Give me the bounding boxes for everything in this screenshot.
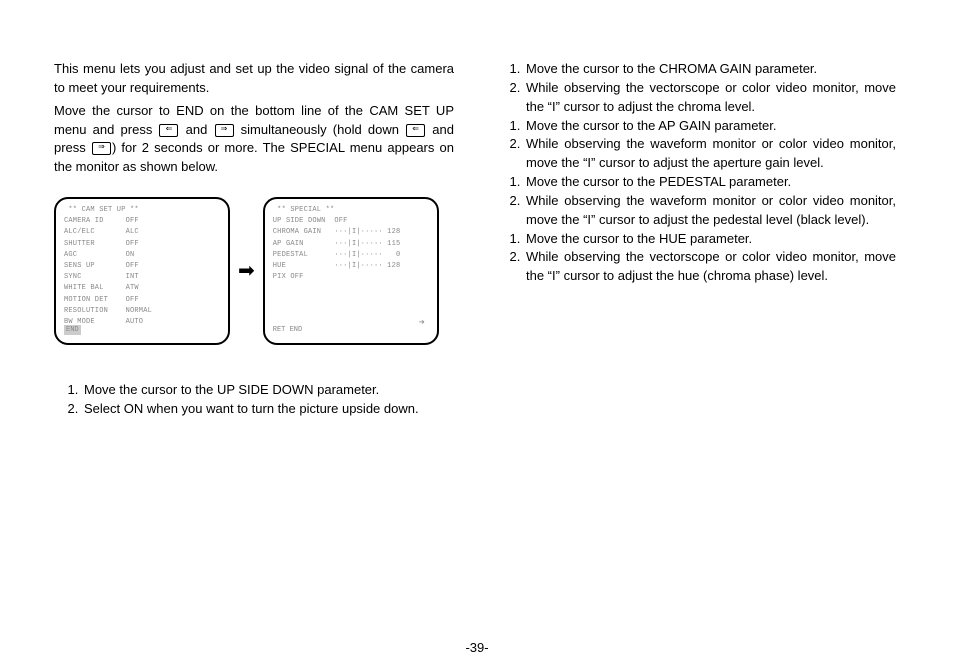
screen1-text: ** CAM SET UP ** CAMERA ID OFF ALC/ELC A… [56, 199, 228, 328]
screens-row: ** CAM SET UP ** CAMERA ID OFF ALC/ELC A… [54, 197, 454, 345]
left-arrow-button-icon [159, 124, 178, 137]
upside-steps: Move the cursor to the UP SIDE DOWN para… [54, 381, 454, 419]
right-arrow-button-icon [92, 142, 111, 155]
hue-step-2: While observing the vectorscope or color… [524, 248, 896, 286]
chroma-step-1: Move the cursor to the CHROMA GAIN param… [524, 60, 896, 79]
intro2-b: simultaneously (hold down [235, 122, 406, 137]
hue-step-1: Move the cursor to the HUE parameter. [524, 230, 896, 249]
hue-steps: Move the cursor to the HUE parameter. Wh… [496, 230, 896, 287]
screen-cam-setup: ** CAM SET UP ** CAMERA ID OFF ALC/ELC A… [54, 197, 230, 345]
right-arrow-button-icon [215, 124, 234, 137]
right-column: Move the cursor to the CHROMA GAIN param… [496, 60, 896, 419]
screen2-ret: RET END [273, 325, 302, 335]
pedestal-step-2: While observing the waveform monitor or … [524, 192, 896, 230]
intro2-d: ) for 2 seconds or more. The SPECIAL men… [54, 140, 454, 174]
intro2-and: and [179, 122, 213, 137]
chroma-step-2: While observing the vectorscope or color… [524, 79, 896, 117]
arrow-right-icon: ➡ [238, 261, 255, 281]
page-number: -39- [0, 640, 954, 655]
left-column: This menu lets you adjust and set up the… [54, 60, 454, 419]
screen-special: ** SPECIAL ** UP SIDE DOWN OFF CHROMA GA… [263, 197, 439, 345]
chroma-steps: Move the cursor to the CHROMA GAIN param… [496, 60, 896, 117]
mini-arrow-icon: ➔ [419, 317, 425, 332]
pedestal-steps: Move the cursor to the PEDESTAL paramete… [496, 173, 896, 230]
upside-step-2: Select ON when you want to turn the pict… [82, 400, 454, 419]
left-arrow-button-icon [406, 124, 425, 137]
apgain-step-1: Move the cursor to the AP GAIN parameter… [524, 117, 896, 136]
upside-step-1: Move the cursor to the UP SIDE DOWN para… [82, 381, 454, 400]
intro-para-2: Move the cursor to END on the bottom lin… [54, 102, 454, 177]
screen2-text: ** SPECIAL ** UP SIDE DOWN OFF CHROMA GA… [265, 199, 437, 283]
intro-para-1: This menu lets you adjust and set up the… [54, 60, 454, 98]
apgain-step-2: While observing the waveform monitor or … [524, 135, 896, 173]
apgain-steps: Move the cursor to the AP GAIN parameter… [496, 117, 896, 174]
screen1-end: END [64, 325, 81, 335]
pedestal-step-1: Move the cursor to the PEDESTAL paramete… [524, 173, 896, 192]
